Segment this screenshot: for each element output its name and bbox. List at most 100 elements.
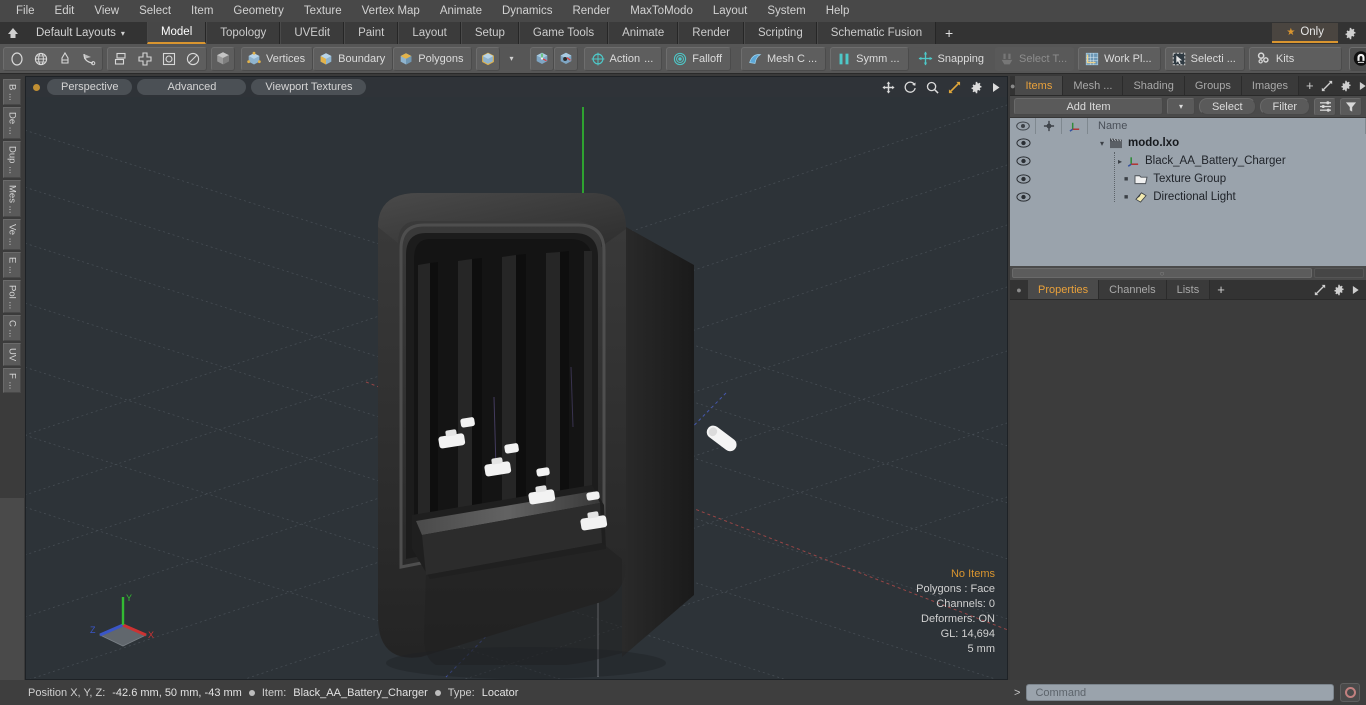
menu-layout[interactable]: Layout: [703, 3, 758, 19]
rotate-view-icon[interactable]: [904, 81, 917, 94]
tree-item-directional-light[interactable]: ■ Directional Light: [1088, 191, 1366, 203]
kits-button[interactable]: Kits: [1251, 47, 1340, 71]
list-options-icon[interactable]: [1314, 97, 1336, 116]
left-tab-curve[interactable]: C ...: [3, 314, 21, 342]
mesh-constraint-button[interactable]: Mesh C ...: [743, 47, 824, 71]
tab-topology[interactable]: Topology: [206, 22, 281, 44]
panel-arrow-icon[interactable]: [1352, 285, 1360, 295]
layout-preset-selector[interactable]: Default Layouts ▾: [26, 22, 135, 44]
panel-tab-mesh[interactable]: Mesh ...: [1063, 76, 1124, 95]
modo-badge-icon[interactable]: [1349, 46, 1366, 71]
tab-schematic-fusion[interactable]: Schematic Fusion: [816, 22, 937, 44]
menu-animate[interactable]: Animate: [430, 3, 492, 19]
tab-uvedit[interactable]: UVEdit: [280, 22, 345, 44]
row-visibility-toggle[interactable]: [1010, 156, 1036, 166]
pan-icon[interactable]: [882, 80, 895, 94]
snapping-button[interactable]: Snapping: [913, 47, 992, 71]
panel-tab-properties[interactable]: Properties: [1028, 280, 1100, 299]
tab-setup[interactable]: Setup: [460, 22, 519, 44]
cube-icon[interactable]: [211, 46, 235, 71]
expand-panel-icon[interactable]: [1321, 80, 1333, 92]
funnel-icon[interactable]: [1340, 97, 1362, 116]
selection-mode-polygons[interactable]: Polygons: [393, 46, 472, 71]
tab-layout[interactable]: Layout: [398, 22, 461, 44]
zoom-view-icon[interactable]: [926, 81, 939, 94]
add-tab-button[interactable]: +: [936, 22, 962, 44]
menu-select[interactable]: Select: [129, 3, 181, 19]
fit-view-icon[interactable]: [948, 81, 961, 94]
falloff-button[interactable]: Falloff: [668, 47, 729, 71]
add-item-dropdown[interactable]: ▾: [1166, 98, 1195, 115]
home-icon[interactable]: [0, 22, 26, 44]
panel-add-tab-button[interactable]: +: [1299, 76, 1321, 95]
left-tab-duplicate[interactable]: Dup ...: [3, 140, 21, 178]
panel-gear-icon[interactable]: [1333, 284, 1345, 296]
viewport-textures-button[interactable]: Viewport Textures: [251, 79, 367, 95]
panel-tab-images[interactable]: Images: [1241, 76, 1299, 95]
action-center-button[interactable]: Action ...: [586, 47, 661, 71]
items-tree[interactable]: ▾ modo.lxo ▸ Black_AA_Battery_Charger ■ …: [1010, 134, 1366, 266]
tab-scripting[interactable]: Scripting: [743, 22, 817, 44]
tab-animate[interactable]: Animate: [608, 22, 679, 44]
menu-texture[interactable]: Texture: [294, 3, 352, 19]
viewport-canvas[interactable]: Y X Z: [26, 97, 1007, 679]
command-input[interactable]: Command: [1026, 684, 1334, 701]
row-visibility-toggle[interactable]: [1010, 138, 1036, 148]
record-icon[interactable]: [1340, 683, 1360, 702]
menu-edit[interactable]: Edit: [45, 3, 85, 19]
tree-item-scene[interactable]: ▾ modo.lxo: [1088, 137, 1366, 149]
sphere-tool-icon[interactable]: [29, 47, 53, 71]
tab-model[interactable]: Model: [146, 22, 207, 44]
table-row[interactable]: ■ Directional Light: [1010, 188, 1366, 206]
menu-render[interactable]: Render: [562, 3, 620, 19]
table-row[interactable]: ▾ modo.lxo: [1010, 134, 1366, 152]
expand-panel-icon[interactable]: [1314, 284, 1326, 296]
filter-button[interactable]: Filter: [1259, 98, 1310, 115]
selection-mode-vertices[interactable]: Vertices: [241, 46, 314, 71]
properties-add-tab-button[interactable]: +: [1210, 280, 1232, 299]
viewport-shading-button[interactable]: Advanced: [137, 79, 247, 95]
center-snap-icon[interactable]: [529, 46, 554, 71]
item-mode-dropdown-caret[interactable]: ▾: [500, 47, 524, 71]
add-item-button[interactable]: Add Item: [1014, 98, 1163, 115]
workplane-button[interactable]: Work Pl...: [1080, 47, 1158, 71]
viewport-projection-button[interactable]: Perspective: [47, 79, 133, 95]
tab-game-tools[interactable]: Game Tools: [518, 22, 609, 44]
pen-tool-icon[interactable]: [53, 47, 77, 71]
tree-item-texture-group[interactable]: ■ Texture Group: [1088, 173, 1366, 185]
pivot-snap-icon[interactable]: [553, 46, 578, 71]
scale-tool-icon[interactable]: [157, 47, 181, 71]
menu-file[interactable]: File: [6, 3, 45, 19]
left-tab-vertex[interactable]: Ve ...: [3, 219, 21, 250]
menu-item[interactable]: Item: [181, 3, 223, 19]
move-tool-icon[interactable]: [133, 47, 157, 71]
menu-dynamics[interactable]: Dynamics: [492, 3, 562, 19]
selection-set-button[interactable]: Selecti ...: [1167, 47, 1243, 71]
chevron-right-icon[interactable]: ▸: [1118, 157, 1122, 166]
table-row[interactable]: ■ Texture Group: [1010, 170, 1366, 188]
panel-gear-icon[interactable]: [1340, 80, 1352, 92]
chevron-down-icon[interactable]: ▾: [1100, 139, 1104, 148]
stack-tool-icon[interactable]: [109, 47, 133, 71]
panel-arrow-icon[interactable]: [1359, 81, 1366, 91]
items-tree-horizontal-scrollbar[interactable]: ○: [1010, 266, 1366, 280]
select-through-button[interactable]: Select T...: [995, 46, 1075, 71]
left-tab-polygon[interactable]: Pol ...: [3, 279, 21, 313]
table-row[interactable]: ▸ Black_AA_Battery_Charger: [1010, 152, 1366, 170]
tree-item-mesh[interactable]: ▸ Black_AA_Battery_Charger: [1088, 155, 1366, 167]
viewport-indicator-dot[interactable]: [33, 83, 40, 91]
menu-vertex-map[interactable]: Vertex Map: [352, 3, 430, 19]
select-button[interactable]: Select: [1198, 98, 1256, 115]
menu-help[interactable]: Help: [816, 3, 860, 19]
tab-render[interactable]: Render: [678, 22, 744, 44]
left-tab-uv[interactable]: UV: [3, 343, 21, 366]
gear-icon[interactable]: [1338, 27, 1362, 40]
properties-content-area[interactable]: [1010, 300, 1366, 680]
selection-mode-boundary[interactable]: Boundary: [313, 46, 394, 71]
viewport-3d[interactable]: Y X Z Perspective Advanced Viewport Text…: [25, 76, 1008, 680]
tab-paint[interactable]: Paint: [344, 22, 399, 44]
panel-tab-lists[interactable]: Lists: [1166, 280, 1211, 299]
viewport-settings-gear-icon[interactable]: [970, 81, 983, 94]
curve-tool-icon[interactable]: [77, 47, 101, 71]
row-visibility-toggle[interactable]: [1010, 192, 1036, 202]
